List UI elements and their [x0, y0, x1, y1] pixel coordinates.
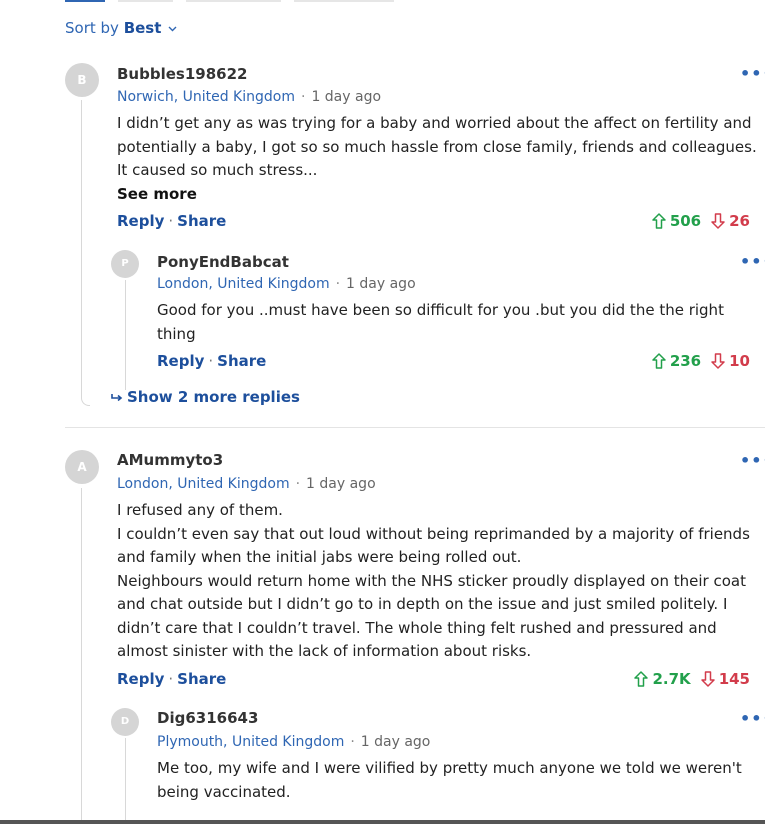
reply-button[interactable]: Reply: [117, 670, 164, 688]
comment-text-line: Good for you ..must have been so difficu…: [157, 301, 724, 319]
avatar[interactable]: A: [65, 450, 99, 484]
comment-time: 1 day ago: [360, 734, 431, 750]
comment-time: 1 day ago: [346, 276, 416, 292]
vote-controls: 506 26: [652, 212, 750, 230]
comment-text-line: I couldn’t even say that out loud withou…: [117, 524, 750, 543]
more-options-icon[interactable]: •••: [740, 64, 765, 83]
comment-time: 1 day ago: [306, 476, 376, 492]
comment-body: Me too, my wife and I were vilified by p…: [157, 757, 757, 804]
comment-text-line: almost sinister with the lack of informa…: [117, 642, 532, 660]
upvote-count: 2.7K: [652, 670, 691, 688]
comment-location: London, United Kingdom: [157, 276, 330, 292]
comment-meta: London, United Kingdom · 1 day ago: [117, 476, 376, 492]
reply-thread-line: [125, 280, 126, 390]
tab-indicator: [186, 0, 281, 2]
more-options-icon[interactable]: •••: [740, 709, 765, 728]
comment-body: Good for you ..must have been so difficu…: [157, 299, 757, 346]
comment-body: I didn’t get any as was trying for a bab…: [117, 112, 757, 183]
upvote-count: 236: [669, 352, 702, 370]
comment-username[interactable]: Bubbles198622: [117, 65, 247, 83]
sort-label: Sort by: [65, 19, 119, 37]
comment-text-line: I refused any of them.: [117, 501, 283, 519]
arrow-down-icon: [711, 353, 725, 369]
comment-actions: Reply · Share: [117, 212, 227, 230]
chevron-down-icon: [168, 26, 177, 31]
upvote-button[interactable]: 506: [652, 212, 701, 230]
downvote-button[interactable]: 10: [711, 352, 750, 370]
comment-text-line: thing: [157, 324, 196, 343]
show-more-replies-label: Show 2 more replies: [127, 388, 300, 406]
upvote-button[interactable]: 236: [652, 352, 701, 370]
comment-text-line: It caused so much stress...: [117, 161, 318, 179]
downvote-button[interactable]: 145: [700, 670, 750, 688]
comment-meta: Norwich, United Kingdom · 1 day ago: [117, 89, 382, 105]
more-options-icon[interactable]: •••: [740, 451, 765, 470]
comment-text-line: and chat outside but I didn’t go to in d…: [117, 595, 728, 613]
comment-location: Plymouth, United Kingdom: [157, 734, 345, 750]
comment-text-line: Neighbours would return home with the NH…: [117, 571, 746, 590]
tab-indicator: [294, 0, 394, 2]
avatar[interactable]: B: [65, 63, 99, 97]
comment-text-line: I didn’t get any as was trying for a bab…: [117, 114, 752, 132]
top-tab-strip: [0, 0, 765, 3]
thread-line: [81, 488, 82, 824]
vote-controls: 236 10: [652, 352, 750, 370]
comment-text-line: Me too, my wife and I were vilified by p…: [157, 759, 742, 777]
reply-thread-line: [125, 738, 126, 824]
downvote-count: 10: [729, 352, 750, 370]
comment-username[interactable]: Dig6316643: [157, 709, 258, 727]
comment-actions: Reply · Share: [157, 352, 267, 370]
comment-text-line: and family when the initial jabs were be…: [117, 548, 522, 566]
comment-text-line: didn’t care that I couldn’t travel. The …: [117, 618, 717, 637]
reply-button[interactable]: Reply: [157, 352, 204, 370]
comment-text-line: potentially a baby, I got so so much has…: [117, 137, 757, 156]
reply-button[interactable]: Reply: [117, 212, 164, 230]
comment-time: 1 day ago: [311, 89, 382, 105]
arrow-down-icon: [711, 213, 725, 229]
share-button[interactable]: Share: [217, 352, 266, 370]
arrow-up-icon: [652, 213, 666, 229]
vote-controls: 2.7K 145: [634, 670, 750, 688]
tab-indicator: [118, 0, 173, 2]
more-options-icon[interactable]: •••: [740, 252, 765, 271]
comment-text-line: being vaccinated.: [157, 782, 291, 801]
downvote-button[interactable]: 26: [711, 212, 750, 230]
downvote-count: 26: [729, 212, 750, 230]
upvote-count: 506: [669, 212, 702, 230]
show-more-replies-button[interactable]: Show 2 more replies: [111, 388, 300, 406]
comment-username[interactable]: AMummyto3: [117, 451, 223, 469]
thread-line: [81, 100, 90, 406]
tab-active-indicator: [65, 0, 105, 2]
comment-location: London, United Kingdom: [117, 476, 290, 492]
comment-divider: [65, 427, 765, 428]
arrow-up-icon: [634, 671, 649, 687]
reply-arrow-icon: [111, 393, 123, 401]
sort-value: Best: [123, 19, 162, 37]
arrow-up-icon: [652, 353, 666, 369]
comment-username[interactable]: PonyEndBabcat: [157, 253, 289, 271]
avatar[interactable]: P: [111, 250, 139, 278]
sort-dropdown[interactable]: Sort by Best: [65, 19, 177, 37]
comment-location: Norwich, United Kingdom: [117, 89, 295, 105]
window-bottom-edge: [0, 820, 765, 824]
upvote-button[interactable]: 2.7K: [634, 670, 691, 688]
downvote-count: 145: [718, 670, 750, 688]
avatar[interactable]: D: [111, 708, 139, 736]
see-more-link[interactable]: See more: [117, 185, 197, 203]
comment-meta: London, United Kingdom · 1 day ago: [157, 276, 416, 292]
comment-actions: Reply · Share: [117, 670, 227, 688]
comment-meta: Plymouth, United Kingdom · 1 day ago: [157, 734, 431, 750]
share-button[interactable]: Share: [177, 670, 226, 688]
comment-body: I refused any of them. I couldn’t even s…: [117, 499, 757, 664]
arrow-down-icon: [700, 671, 715, 687]
share-button[interactable]: Share: [177, 212, 226, 230]
